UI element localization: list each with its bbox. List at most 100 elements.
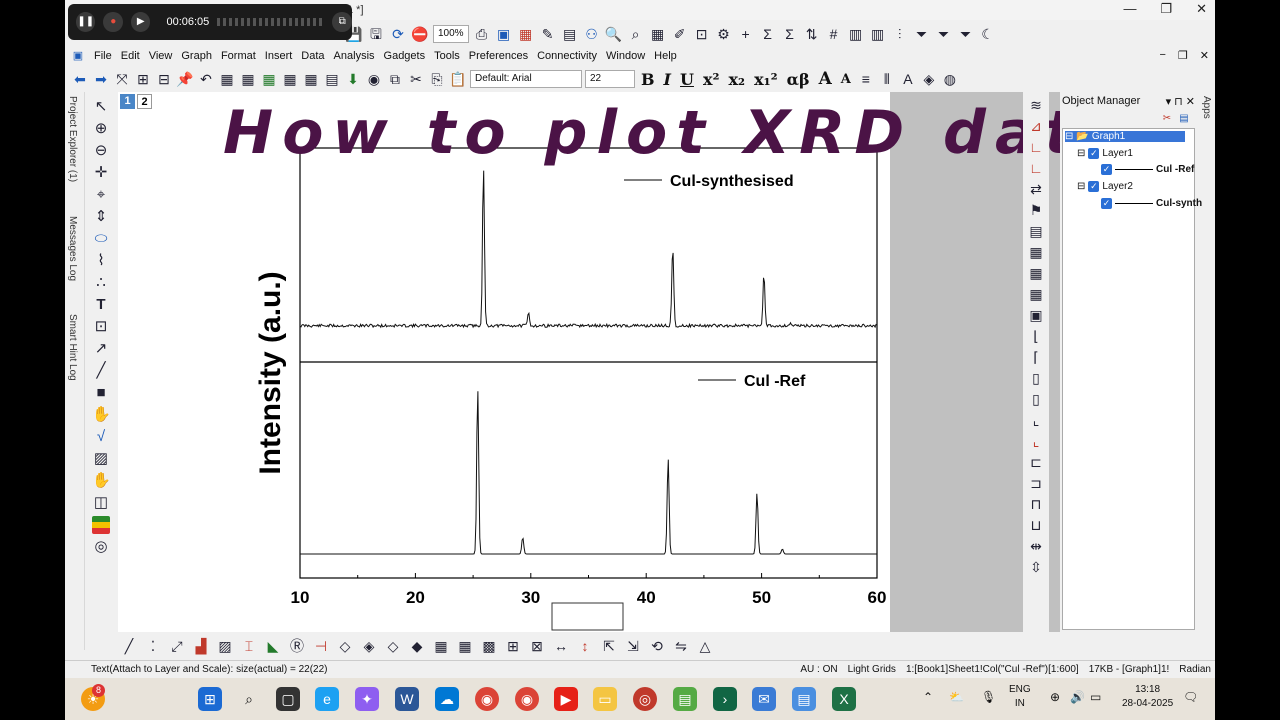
status-au[interactable]: AU : ON xyxy=(800,664,837,675)
align-right-icon[interactable]: ⊐ xyxy=(1027,474,1045,492)
bold-button[interactable]: B xyxy=(638,70,658,89)
chrome-icon[interactable]: ◉ xyxy=(475,687,499,711)
stats-icon[interactable]: ⫶ xyxy=(891,25,909,43)
frame-corner-icon[interactable]: ⌞ xyxy=(1027,411,1045,429)
axis-y-icon[interactable]: ∟ xyxy=(1027,159,1045,177)
pause-icon[interactable]: ❚❚ xyxy=(76,12,96,32)
arrow-tool-icon[interactable]: ↗ xyxy=(92,340,110,358)
runner-icon[interactable]: ⚑ xyxy=(1027,201,1045,219)
layer-grid-4-icon[interactable]: ▦ xyxy=(1027,243,1045,261)
minimize-button[interactable]: — xyxy=(1123,1,1136,17)
bar-chart-icon[interactable]: ▥ xyxy=(847,25,865,43)
gear-icon[interactable]: ⚙ xyxy=(715,25,733,43)
child-close-button[interactable]: ✕ xyxy=(1200,49,1209,62)
new-graph-icon[interactable]: ▦ xyxy=(281,70,299,88)
superscript-button[interactable]: x² xyxy=(700,70,723,89)
show-icon[interactable]: ▤ xyxy=(1177,112,1191,126)
import-icon[interactable]: ⬇ xyxy=(344,70,362,88)
menu-preferences[interactable]: Preferences xyxy=(469,50,528,62)
frame-red-icon[interactable]: ⌞ xyxy=(1027,432,1045,450)
frame-bottom-icon[interactable]: ⌊ xyxy=(1027,327,1045,345)
save-template-icon[interactable]: 🖫 xyxy=(367,25,385,43)
distribute-v-icon[interactable]: ⇳ xyxy=(1027,558,1045,576)
new-layout-icon[interactable]: ▤ xyxy=(323,70,341,88)
contour-icon[interactable]: ▨ xyxy=(216,637,234,655)
legend-label[interactable]: Cul -Ref xyxy=(744,373,806,390)
print-icon[interactable]: ⎙ xyxy=(473,25,491,43)
rescale-icon[interactable]: ⤧ xyxy=(113,70,131,88)
series-2-peak-point[interactable] xyxy=(667,456,670,459)
menu-tools[interactable]: Tools xyxy=(434,50,460,62)
pan-icon[interactable]: ✋ xyxy=(92,472,111,490)
duplicate-icon[interactable]: ⧉ xyxy=(386,70,404,88)
notepad-icon[interactable]: ▤ xyxy=(792,687,816,711)
video-editor-icon[interactable]: ▤ xyxy=(673,687,697,711)
font-select[interactable]: Default: Arial xyxy=(470,70,582,88)
messages-log-tab[interactable]: Messages Log xyxy=(67,216,78,281)
distribute-width-icon[interactable]: ↔ xyxy=(552,637,570,655)
scatter-plot-icon[interactable]: ⁚ xyxy=(144,637,162,655)
layout-icon[interactable]: ▤ xyxy=(561,25,579,43)
graph-object-icon[interactable]: ▨ xyxy=(92,450,110,468)
xrd-plot[interactable]: 10 20 30 40 50 60 Intensity (a.u.) Cul-synthesi… xyxy=(118,92,890,632)
italic-button[interactable]: I xyxy=(661,70,674,89)
zoom-out-icon[interactable]: ⊖ xyxy=(92,142,110,160)
tree-graph1[interactable]: ⊟ 📂 Graph1 xyxy=(1065,131,1186,142)
checkbox-icon[interactable]: ✓ xyxy=(1101,164,1112,175)
copilot-icon[interactable]: ✦ xyxy=(355,687,379,711)
move-back-icon[interactable]: ⇲ xyxy=(624,637,642,655)
open-icon[interactable]: ◉ xyxy=(365,70,383,88)
flip-icon[interactable]: ⇋ xyxy=(672,637,690,655)
surface-icon[interactable]: ◇ xyxy=(336,637,354,655)
filter-reset-icon[interactable]: ⏷ xyxy=(957,25,975,43)
menu-insert[interactable]: Insert xyxy=(265,50,293,62)
chrome-profile-icon[interactable]: ◉ xyxy=(515,687,539,711)
frame-top-icon[interactable]: ⌈ xyxy=(1027,348,1045,366)
candle-icon[interactable]: ⊣ xyxy=(312,637,330,655)
menu-connectivity[interactable]: Connectivity xyxy=(537,50,597,62)
theme-moon-icon[interactable]: ☾ xyxy=(979,25,997,43)
forward-arrow-icon[interactable]: ➡ xyxy=(92,70,110,88)
supsub-button[interactable]: x₁² xyxy=(751,70,781,89)
edit-icon[interactable]: ✐ xyxy=(671,25,689,43)
data-reader-icon[interactable]: ⌖ xyxy=(92,186,110,204)
recalculate-icon[interactable]: ⟳ xyxy=(389,25,407,43)
subscript-button[interactable]: x₂ xyxy=(726,70,749,89)
tree-layer1[interactable]: ⊟ ✓ Layer1 xyxy=(1077,148,1133,159)
equation-icon[interactable]: √ xyxy=(92,428,110,446)
tree-collapse-icon[interactable]: ⊟ xyxy=(1065,131,1073,142)
heatmap-icon[interactable]: ▦ xyxy=(432,637,450,655)
legend-label[interactable]: Cul-synthesised xyxy=(670,173,794,190)
layer-grid-9-icon[interactable]: ▦ xyxy=(1027,285,1045,303)
image-plot-icon[interactable]: ▩ xyxy=(480,637,498,655)
tree-icon[interactable]: ⚇ xyxy=(583,25,601,43)
menu-help[interactable]: Help xyxy=(654,50,677,62)
series-2-peak-point[interactable] xyxy=(476,387,479,390)
clock[interactable]: 13:18 28-04-2025 xyxy=(1122,683,1173,711)
font-size-select[interactable]: 22 xyxy=(585,70,635,88)
capture-icon[interactable]: ⧉ xyxy=(332,12,352,32)
new-function-icon[interactable]: ▦ xyxy=(302,70,320,88)
circle-tool-icon[interactable]: ◎ xyxy=(92,538,110,556)
align-top-icon[interactable]: ⊓ xyxy=(1027,495,1045,513)
align-left-icon[interactable]: ⊏ xyxy=(1027,453,1045,471)
column-plot-icon[interactable]: ▟ xyxy=(192,637,210,655)
notification-icon[interactable]: 🗨 xyxy=(1183,690,1198,704)
excel-icon[interactable]: X xyxy=(832,687,856,711)
tray-app-icon[interactable]: ⛅ xyxy=(949,690,964,704)
copy-icon[interactable]: ⎘ xyxy=(428,70,446,88)
checkbox-icon[interactable]: ✓ xyxy=(1088,148,1100,159)
new-excel-icon[interactable]: ▦ xyxy=(260,70,278,88)
layer-arrange-icon[interactable]: ▤ xyxy=(1027,222,1045,240)
menu-data[interactable]: Data xyxy=(301,50,324,62)
series-2-peak-point[interactable] xyxy=(755,491,758,494)
layer-merge-icon[interactable]: ▣ xyxy=(1027,306,1045,324)
hand-icon[interactable]: ✋ xyxy=(92,406,111,424)
word-icon[interactable]: W xyxy=(395,687,419,711)
origin-icon[interactable]: ◎ xyxy=(633,687,657,711)
annotation-icon[interactable]: ⊡ xyxy=(92,318,110,336)
hide-icon[interactable]: ✂ xyxy=(1160,112,1174,126)
close-button[interactable]: ✕ xyxy=(1196,1,1207,17)
pointer-icon[interactable]: ↖ xyxy=(92,98,110,116)
tree-collapse-icon[interactable]: ⊟ xyxy=(1077,148,1085,159)
